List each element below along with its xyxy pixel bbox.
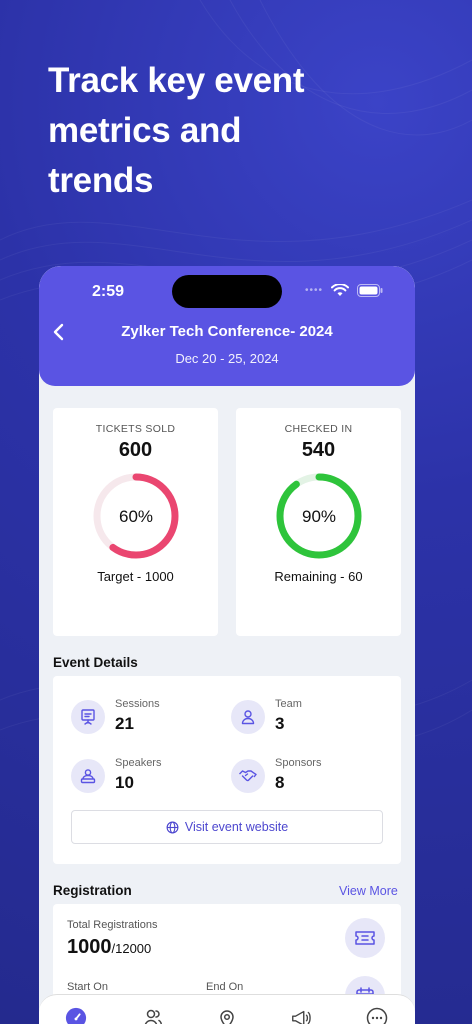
speaker-icon xyxy=(71,759,105,793)
tab-attendees[interactable] xyxy=(142,1007,164,1024)
app-header: 2:59 •••• Zylker Tech Conference- 2024 D… xyxy=(39,266,415,386)
map-pin-icon xyxy=(220,1010,234,1024)
tab-announcements[interactable] xyxy=(290,1007,312,1024)
detail-value: 8 xyxy=(275,773,285,792)
tickets-sold-card[interactable]: TICKETS SOLD 600 60% Target - 1000 xyxy=(53,408,218,636)
checked-in-progress-ring: 90% xyxy=(276,473,361,559)
tickets-target: Target - 1000 xyxy=(97,569,174,584)
battery-icon xyxy=(357,284,383,297)
tickets-progress-ring: 60% xyxy=(93,473,178,559)
checked-in-percent: 90% xyxy=(301,507,335,526)
checked-in-label: CHECKED IN xyxy=(284,423,353,435)
event-dates: Dec 20 - 25, 2024 xyxy=(175,351,279,366)
bottom-tab-bar xyxy=(39,994,415,1024)
status-time: 2:59 xyxy=(92,283,125,300)
detail-sessions[interactable]: Sessions 21 xyxy=(71,698,221,738)
total-registrations-count: 1000 xyxy=(67,936,112,958)
detail-value: 3 xyxy=(275,714,285,733)
view-more-link[interactable]: View More xyxy=(339,884,398,898)
tab-dashboard[interactable] xyxy=(65,1007,87,1024)
tickets-percent: 60% xyxy=(118,507,152,526)
checked-in-card[interactable]: CHECKED IN 540 90% Remaining - 60 xyxy=(236,408,401,636)
total-registrations-value: 1000/12000 xyxy=(67,936,151,959)
event-details-card: Sessions 21 Team 3 Speakers 10 Sponsors … xyxy=(53,676,401,864)
checked-in-value: 540 xyxy=(301,439,336,461)
detail-value: 10 xyxy=(115,773,134,792)
speedometer-icon xyxy=(65,1007,87,1024)
tickets-sold-label: TICKETS SOLD xyxy=(95,423,176,435)
presentation-icon xyxy=(71,700,105,734)
tab-more[interactable] xyxy=(366,1007,388,1024)
tab-venue[interactable] xyxy=(216,1007,238,1024)
status-icons: •••• xyxy=(305,284,383,297)
people-icon xyxy=(144,1009,163,1024)
person-icon xyxy=(231,700,265,734)
phone-screen: 2:59 •••• Zylker Tech Conference- 2024 D… xyxy=(39,266,415,1024)
detail-team[interactable]: Team 3 xyxy=(231,698,381,738)
detail-value: 21 xyxy=(115,714,134,733)
detail-sponsors[interactable]: Sponsors 8 xyxy=(231,757,381,797)
dynamic-island xyxy=(172,275,282,308)
globe-icon xyxy=(166,821,179,833)
megaphone-icon xyxy=(292,1010,311,1024)
registration-title: Registration xyxy=(53,883,132,898)
more-icon xyxy=(366,1007,388,1024)
total-registrations-label: Total Registrations xyxy=(67,919,158,931)
checked-in-remaining: Remaining - 60 xyxy=(274,569,363,584)
detail-speakers[interactable]: Speakers 10 xyxy=(71,757,221,797)
visit-website-button[interactable]: Visit event website xyxy=(71,810,383,844)
tickets-sold-value: 600 xyxy=(118,439,153,461)
visit-website-label: Visit event website xyxy=(184,820,289,834)
total-registrations-cap: /12000 xyxy=(111,941,152,956)
detail-label: Sessions xyxy=(115,698,160,710)
ticket-icon xyxy=(345,918,385,958)
signal-dots: •••• xyxy=(305,285,324,296)
detail-label: Team xyxy=(275,698,302,710)
event-details-title: Event Details xyxy=(53,655,138,670)
start-on-label: Start On xyxy=(67,981,108,993)
promo-headline: Track key event metrics and trends xyxy=(48,61,305,200)
wifi-icon xyxy=(331,284,350,296)
detail-label: Sponsors xyxy=(275,757,322,769)
detail-label: Speakers xyxy=(115,757,162,769)
event-title: Zylker Tech Conference- 2024 xyxy=(121,323,333,340)
handshake-icon xyxy=(231,759,265,793)
end-on-label: End On xyxy=(206,981,244,993)
